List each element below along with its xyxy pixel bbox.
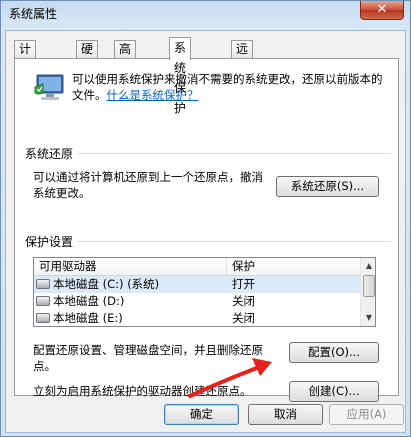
create-description: 立刻为启用系统保护的驱动器创建还原点。 <box>33 384 252 398</box>
column-header-protection[interactable]: 保护 <box>227 258 360 276</box>
configure-button[interactable]: 配置(O)... <box>289 342 379 363</box>
drive-name-cell: 本地磁盘 (C:) (系统) <box>36 276 159 293</box>
cancel-button[interactable]: 取消 <box>248 404 323 425</box>
hard-drive-icon <box>36 279 50 289</box>
drive-row[interactable]: 本地磁盘 (C:) (系统) 打开 <box>34 276 360 293</box>
create-button[interactable]: 创建(C)... <box>289 381 379 402</box>
scrollbar-thumb[interactable] <box>363 275 375 297</box>
drive-name: 本地磁盘 (C:) (系统) <box>53 277 160 291</box>
configure-description: 配置还原设置、管理磁盘空间，并且删除还原点。 <box>33 343 263 373</box>
drive-name-cell: 本地磁盘 (D:) <box>36 293 124 310</box>
intro-text: 可以使用系统保护来撤消不需要的系统更改，还原以前版本的文件。什么是系统保护？ <box>72 71 392 103</box>
tab-computer-name[interactable]: 计算机名 <box>14 40 37 107</box>
drive-protection-status: 关闭 <box>232 294 255 308</box>
restore-group-divider <box>25 153 391 154</box>
dialog-body: 计算机名 硬件 高级 系统保护 远程 可以使用系统保护来撤消不需要的系统更改，还… <box>5 30 406 433</box>
restore-description: 可以通过将计算机还原到上一个还原点，撤消系统更改。 <box>33 170 263 200</box>
drive-name-cell: 本地磁盘 (E:) <box>36 310 123 326</box>
system-restore-button[interactable]: 系统还原(S)... <box>276 176 379 197</box>
drive-list[interactable]: 可用驱动器 保护 本地磁盘 (C:) (系统) 打开 本地磁盘 (D:) 关闭 … <box>33 257 376 327</box>
drive-row[interactable]: 本地磁盘 (E:) 关闭 <box>34 310 360 326</box>
tab-system-protection[interactable]: 系统保护 <box>169 37 192 115</box>
apply-button[interactable]: 应用(A) <box>329 404 404 425</box>
close-button[interactable]: ✕ <box>360 1 404 20</box>
scroll-up-icon[interactable]: ▲ <box>361 258 375 273</box>
window-title: 系统属性 <box>9 7 58 21</box>
tab-advanced[interactable]: 高级 <box>114 40 137 73</box>
restore-group-title: 系统还原 <box>25 145 78 162</box>
drive-name: 本地磁盘 (E:) <box>53 311 123 325</box>
drive-list-scrollbar[interactable]: ▲ ▼ <box>360 258 375 326</box>
drive-protection-status: 打开 <box>232 277 255 291</box>
scroll-down-icon[interactable]: ▼ <box>361 310 375 325</box>
tab-remote[interactable]: 远程 <box>231 40 254 73</box>
tab-hardware[interactable]: 硬件 <box>76 40 99 73</box>
drive-row[interactable]: 本地磁盘 (D:) 关闭 <box>34 293 360 310</box>
computer-shield-icon <box>34 74 64 100</box>
protection-group-title: 保护设置 <box>25 233 78 250</box>
close-icon: ✕ <box>376 2 388 17</box>
hard-drive-icon <box>36 296 50 306</box>
drive-name: 本地磁盘 (D:) <box>53 294 125 308</box>
window-frame: 系统属性 ✕ 计算机名 硬件 高级 系统保护 远程 可以使用系统保护来撤消不需要… <box>0 0 411 437</box>
ok-button[interactable]: 确定 <box>164 404 239 425</box>
system-protection-panel: 可以使用系统保护来撤消不需要的系统更改，还原以前版本的文件。什么是系统保护？ 系… <box>14 58 399 402</box>
protection-group-divider <box>25 241 391 242</box>
column-header-drives[interactable]: 可用驱动器 <box>34 258 227 276</box>
hard-drive-icon <box>36 313 50 323</box>
drive-protection-status: 关闭 <box>232 311 255 325</box>
